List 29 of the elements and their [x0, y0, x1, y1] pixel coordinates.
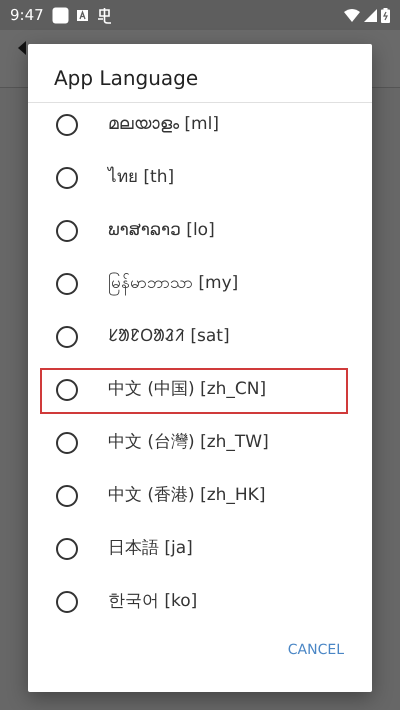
- radio-button[interactable]: [56, 590, 78, 612]
- radio-button[interactable]: [56, 432, 78, 454]
- language-option[interactable]: 中文 (中国) [zh_CN]: [108, 376, 266, 402]
- language-option[interactable]: ไทย [th]: [108, 164, 174, 190]
- square-icon: [52, 6, 69, 24]
- language-option[interactable]: 中文 (台灣) [zh_TW]: [108, 430, 269, 456]
- font-icon: [76, 10, 88, 20]
- back-arrow-icon[interactable]: [18, 40, 28, 55]
- language-option[interactable]: 한국어 [ko]: [108, 588, 198, 614]
- language-option[interactable]: 中文 (香港) [zh_HK]: [108, 482, 266, 508]
- radio-button[interactable]: [56, 220, 78, 242]
- radio-button[interactable]: [56, 538, 78, 560]
- language-option[interactable]: ᱥᱟᱱᱛᱟᱲᱤ [sat]: [108, 324, 230, 350]
- language-option[interactable]: ພາສາລາວ [lo]: [108, 218, 215, 244]
- language-option[interactable]: മലയാളം [ml]: [108, 112, 219, 138]
- radio-button[interactable]: [56, 326, 78, 348]
- radio-button[interactable]: [56, 272, 78, 294]
- wifi-icon: [344, 8, 360, 22]
- radio-button[interactable]: [56, 166, 78, 188]
- dialog-title: App Language: [28, 44, 372, 103]
- language-option[interactable]: မြန်မာဘာသာ [my]: [108, 270, 238, 296]
- radio-button[interactable]: [56, 114, 78, 136]
- signal-icon: [364, 8, 377, 22]
- cancel-button[interactable]: CANCEL: [280, 636, 352, 665]
- radio-button[interactable]: [56, 378, 78, 400]
- radio-button[interactable]: [56, 484, 78, 506]
- battery-icon: [381, 8, 390, 22]
- status-time: 9:47: [10, 4, 44, 26]
- language-option[interactable]: 日本語 [ja]: [108, 536, 193, 562]
